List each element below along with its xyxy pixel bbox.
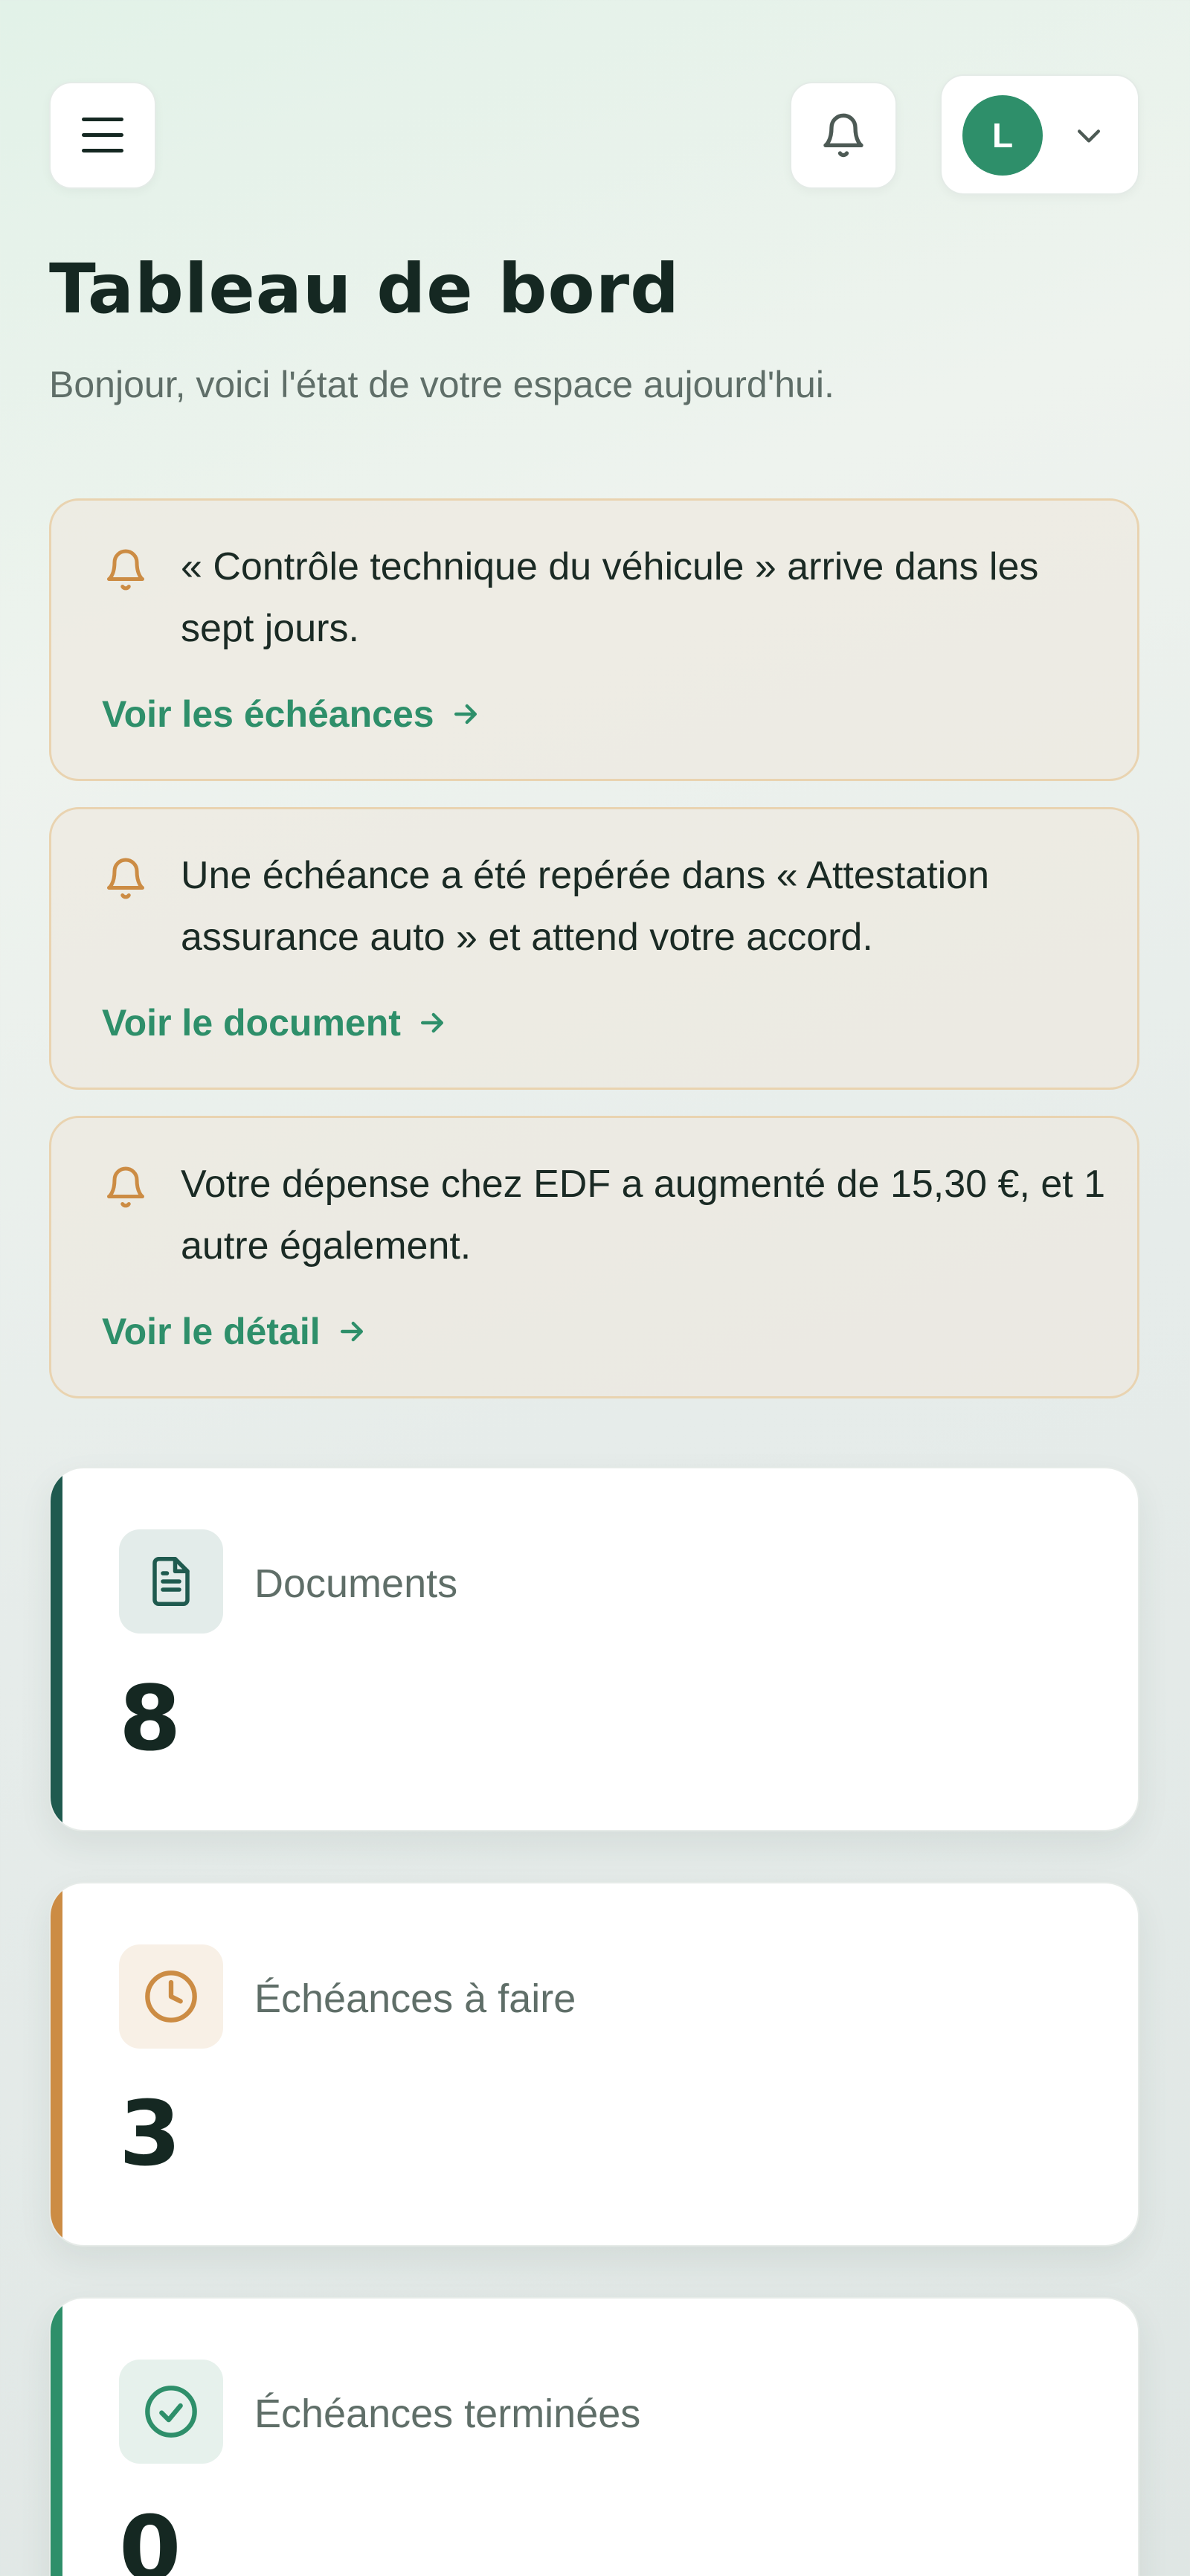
alert-link-label: Voir les échéances — [102, 693, 434, 735]
alert-link-label: Voir le détail — [102, 1311, 321, 1352]
stat-accent-bar — [51, 1883, 62, 2245]
stat-value: 3 — [119, 2083, 181, 2186]
menu-icon — [82, 118, 123, 152]
notifications-button[interactable] — [790, 82, 897, 189]
bell-icon — [823, 113, 863, 158]
avatar: L — [962, 95, 1043, 176]
chevron-down-icon — [1077, 129, 1101, 143]
alert-card: Une échéance a été repérée dans « Attest… — [49, 807, 1139, 1090]
stat-label: Échéances à faire — [254, 1976, 576, 2021]
user-menu-button[interactable]: L — [940, 74, 1139, 195]
stat-value: 8 — [119, 1668, 181, 1771]
stat-value: 0 — [119, 2498, 181, 2576]
alert-message: Une échéance a été repérée dans « Attest… — [181, 854, 989, 959]
page-title: Tableau de bord — [49, 249, 680, 329]
stat-label: Documents — [254, 1561, 458, 1606]
stat-icon-badge — [119, 1529, 223, 1634]
bell-icon — [107, 858, 144, 899]
stat-accent-bar — [51, 2299, 62, 2576]
menu-button[interactable] — [49, 82, 156, 189]
stat-label: Échéances terminées — [254, 2392, 641, 2436]
stat-icon-badge — [119, 2360, 223, 2464]
clock-icon — [145, 1970, 197, 2023]
alert-message: Votre dépense chez EDF a augmenté de 15,… — [181, 1163, 1106, 1268]
alert-link[interactable]: Voir les échéances — [102, 693, 482, 736]
arrow-right-icon — [420, 1012, 443, 1033]
alert-link-label: Voir le document — [102, 1002, 401, 1044]
arrow-right-icon — [340, 1321, 363, 1342]
bell-icon — [107, 1166, 144, 1208]
top-bar: L — [49, 74, 1141, 196]
alert-link[interactable]: Voir le document — [102, 1001, 448, 1044]
stat-card-documents[interactable]: Documents 8 — [49, 1467, 1139, 1831]
alert-message: « Contrôle technique du véhicule » arriv… — [181, 545, 1039, 650]
alert-link[interactable]: Voir le détail — [102, 1310, 368, 1353]
stat-accent-bar — [51, 1468, 62, 1830]
arrow-right-icon — [454, 704, 477, 725]
stat-card-completed-deadlines[interactable]: Échéances terminées 0 — [49, 2297, 1139, 2576]
document-icon — [152, 1557, 190, 1606]
check-circle-icon — [145, 2386, 197, 2438]
stat-card-pending-deadlines[interactable]: Échéances à faire 3 — [49, 1882, 1139, 2246]
alert-card: « Contrôle technique du véhicule » arriv… — [49, 498, 1139, 781]
bell-icon — [107, 549, 144, 591]
alert-card: Votre dépense chez EDF a augmenté de 15,… — [49, 1116, 1139, 1398]
page-subtitle: Bonjour, voici l'état de votre espace au… — [49, 364, 834, 405]
stat-icon-badge — [119, 1944, 223, 2049]
